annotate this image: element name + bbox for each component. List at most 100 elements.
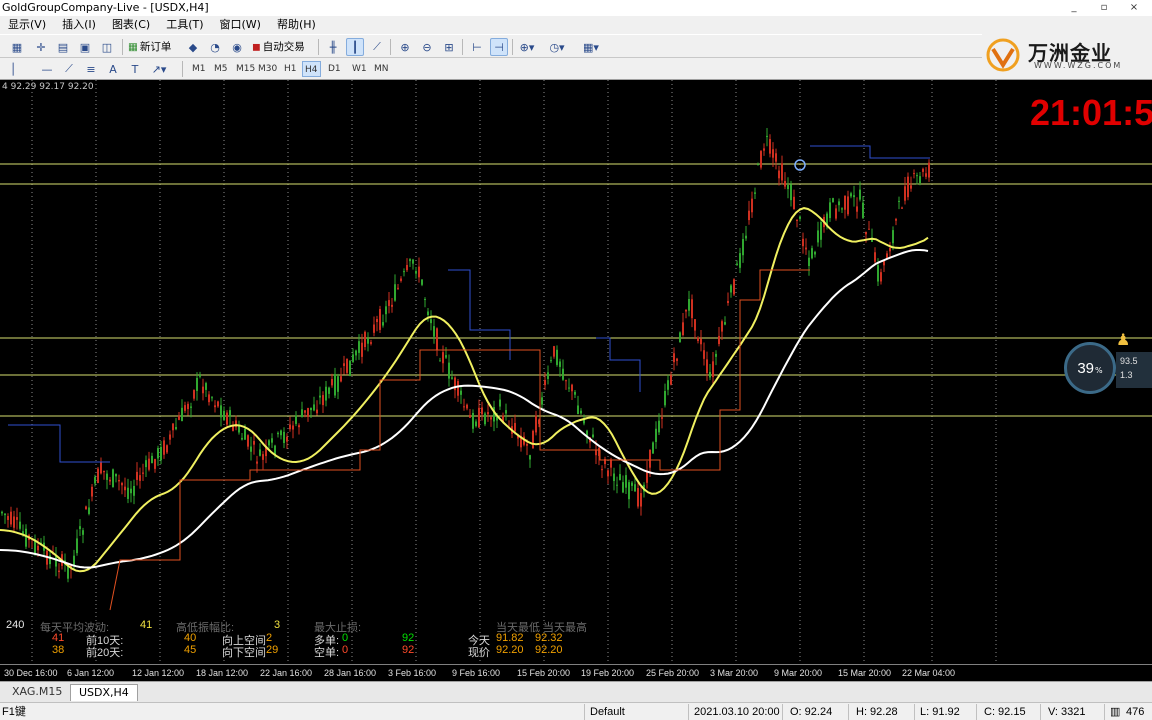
terminal-icon[interactable]: ◔ <box>206 38 224 56</box>
candle-body <box>484 413 486 425</box>
navigator-icon[interactable]: ◫ <box>98 38 116 56</box>
zoom-in-icon[interactable]: ⊕ <box>396 38 414 56</box>
sentiment-gauge[interactable]: 39% <box>1064 342 1116 394</box>
candle-body <box>622 482 624 493</box>
timeframe-m30[interactable]: M30 <box>256 61 279 77</box>
trendline-icon[interactable]: ⟋ <box>60 60 78 78</box>
time-label: 6 Jan 12:00 <box>67 668 115 678</box>
periods-icon[interactable]: ◷▾ <box>548 38 566 56</box>
auto-trading-button[interactable]: ◼ 自动交易 <box>252 39 305 55</box>
timeframe-h1[interactable]: H1 <box>282 61 299 77</box>
signals-icon[interactable]: ◉ <box>228 38 246 56</box>
menu-window[interactable]: 窗口(W) <box>212 16 269 34</box>
channel-icon[interactable]: ≡ <box>82 60 100 78</box>
templates-icon[interactable]: ▦▾ <box>582 38 600 56</box>
stats-today-low: 91.82 <box>496 632 524 644</box>
line-chart-icon[interactable]: ⟋ <box>368 38 386 56</box>
timeframe-m15[interactable]: M15 <box>234 61 257 77</box>
candle-body <box>616 484 618 486</box>
chart-shift-icon[interactable]: ⊢ <box>468 38 486 56</box>
candle-body <box>853 195 855 198</box>
candle-body <box>193 390 195 399</box>
chart-canvas[interactable] <box>0 80 1152 664</box>
timeframe-h4[interactable]: H4 <box>302 61 321 77</box>
candle-body <box>199 375 201 377</box>
tile-windows-icon[interactable]: ⊞ <box>440 38 458 56</box>
menu-help[interactable]: 帮助(H) <box>269 16 324 34</box>
candle-body <box>673 353 675 363</box>
crosshair-move-icon[interactable]: ✛ <box>32 38 50 56</box>
candle-body <box>541 397 543 405</box>
close-icon[interactable]: × <box>1120 0 1148 16</box>
time-label: 19 Feb 20:00 <box>581 668 635 678</box>
menu-tools[interactable]: 工具(T) <box>158 16 211 34</box>
maximize-icon[interactable]: ▫ <box>1090 0 1118 16</box>
candle-body <box>778 170 780 179</box>
auto-scroll-icon[interactable]: ⊣ <box>490 38 508 56</box>
zoom-out-icon[interactable]: ⊖ <box>418 38 436 56</box>
candle-body <box>190 406 192 408</box>
menu-charts[interactable]: 图表(C) <box>104 16 158 34</box>
new-order-button[interactable]: ▦ 新订单 <box>128 39 171 55</box>
timeframe-d1[interactable]: D1 <box>326 61 343 77</box>
time-label: 12 Jan 12:00 <box>132 668 185 678</box>
candle-body <box>547 372 549 379</box>
candle-body <box>151 455 153 464</box>
candle-body <box>625 475 627 488</box>
candle-body <box>460 390 462 395</box>
candle-body <box>145 460 147 468</box>
market-watch-icon[interactable]: ▣ <box>76 38 94 56</box>
vertical-line-icon[interactable]: │ <box>4 60 22 78</box>
candlestick-icon[interactable]: ┃ <box>346 38 364 56</box>
candle-body <box>301 409 303 417</box>
candle-body <box>100 461 102 474</box>
candle-body <box>280 430 282 436</box>
indicators-icon[interactable]: ⊕▾ <box>518 38 536 56</box>
candle-body <box>247 435 249 447</box>
candle-body <box>688 299 690 311</box>
arrows-icon[interactable]: ↗▾ <box>150 60 168 78</box>
candle-body <box>406 265 408 271</box>
bar-chart-icon[interactable]: ╫ <box>324 38 342 56</box>
status-open: O: 92.24 <box>790 706 833 718</box>
horizontal-line-icon[interactable]: — <box>38 60 56 78</box>
candle-body <box>172 423 174 431</box>
candle-body <box>358 341 360 353</box>
text-tool-icon[interactable]: A <box>104 60 122 78</box>
candle-body <box>373 324 375 333</box>
candle-body <box>874 252 876 262</box>
stats-down-gap-label: 向下空间 <box>222 647 266 659</box>
candle-body <box>703 350 705 359</box>
candle-body <box>700 338 702 345</box>
stats-up-gap-value: 2 <box>266 632 273 644</box>
gauge-value: 39 <box>1077 359 1095 377</box>
candle-body <box>250 446 252 452</box>
tab-xag-m15[interactable]: XAG.M15 <box>4 684 70 701</box>
candle-body <box>889 248 891 252</box>
candle-body <box>451 377 453 379</box>
timeframe-mn[interactable]: MN <box>372 61 391 77</box>
timeframe-m1[interactable]: M1 <box>190 61 208 77</box>
stats-ratio-value: 3 <box>274 619 281 631</box>
timeframe-w1[interactable]: W1 <box>350 61 369 77</box>
stats-long-price: 92 <box>402 632 415 644</box>
new-chart-icon[interactable]: ▦ <box>8 38 26 56</box>
candle-body <box>706 359 708 374</box>
candle-body <box>283 431 285 443</box>
menu-insert[interactable]: 插入(I) <box>54 16 104 34</box>
profiles-icon[interactable]: ▤ <box>54 38 72 56</box>
candle-body <box>859 189 861 200</box>
candle-body <box>340 376 342 382</box>
drawing-toolbar: │ — ⟋ ≡ A T ↗▾ M1 M5 M15 M30 H1 H4 D1 W1… <box>0 58 1152 80</box>
text-label-icon[interactable]: T <box>126 60 144 78</box>
candle-body <box>127 487 129 499</box>
menu-view[interactable]: 显示(V) <box>0 16 54 34</box>
timeframe-m5[interactable]: M5 <box>212 61 230 77</box>
tab-usdx-h4[interactable]: USDX,H4 <box>70 684 138 701</box>
price-chart[interactable]: 4 92.29 92.17 92.20 21:01:5 ♟ 39% 93.5 1… <box>0 80 1152 681</box>
candle-body <box>712 361 714 377</box>
minimize-icon[interactable]: _ <box>1060 0 1088 16</box>
metaeditor-icon[interactable]: ◆ <box>184 38 202 56</box>
candle-body <box>490 417 492 420</box>
candle-body <box>400 278 402 281</box>
